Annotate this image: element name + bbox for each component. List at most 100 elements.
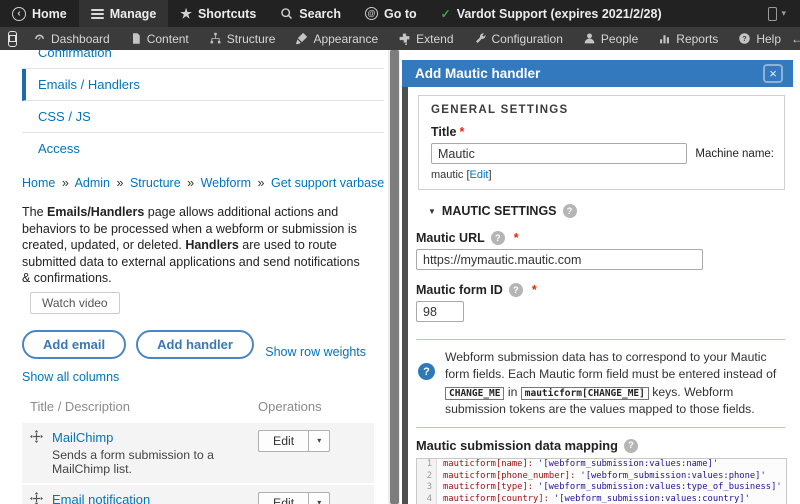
toolbar-search-label: Search xyxy=(299,6,341,21)
toolbar-support-status[interactable]: ✓ Vardot Support (expires 2021/2/28) xyxy=(429,0,674,27)
help-icon[interactable]: ? xyxy=(490,231,505,245)
code-key: mauticform[phone_number]: xyxy=(443,470,576,481)
toolbar-manage-label: Manage xyxy=(109,6,157,21)
mautic-form-id-input[interactable] xyxy=(416,301,464,322)
breadcrumb: Home » Admin » Structure » Webform » Get… xyxy=(22,176,388,190)
menu-item-people[interactable]: People xyxy=(573,27,648,50)
edit-button[interactable]: Edit xyxy=(258,429,310,452)
breadcrumb-webform[interactable]: Webform xyxy=(201,176,251,190)
help-icon[interactable]: ? xyxy=(562,204,577,218)
admin-menu-bar: Dashboard Content Structure Appearance E… xyxy=(0,27,800,50)
code-line: 2 mauticform[phone_number]: '[webform_subm… xyxy=(417,470,786,483)
toolbar-home[interactable]: ‹ Home xyxy=(0,0,79,27)
required-mark: * xyxy=(459,125,465,139)
content-icon xyxy=(132,33,140,44)
menu-item-dashboard[interactable]: Dashboard xyxy=(23,27,120,50)
handler-link-email-notification[interactable]: Email notification xyxy=(52,492,150,504)
toolbar-goto[interactable]: @ Go to xyxy=(353,0,429,27)
change-me-chip: CHANGE_ME xyxy=(445,386,505,400)
menu-label: People xyxy=(600,31,639,46)
column-header-operations: Operations xyxy=(258,398,322,414)
scrollbar-thumb[interactable] xyxy=(389,50,399,504)
dialog-header[interactable]: Add Mautic handler × xyxy=(402,60,793,87)
sidebar-item-confirmation[interactable]: Confirmation xyxy=(22,50,384,69)
intro-text: The xyxy=(22,205,48,219)
mautic-form-id-field: Mautic form ID ? * xyxy=(416,283,787,322)
configuration-icon xyxy=(475,33,486,43)
menu-item-configuration[interactable]: Configuration xyxy=(464,27,573,50)
breadcrumb-home[interactable]: Home xyxy=(22,176,55,190)
mobile-preview-icon[interactable] xyxy=(768,6,778,21)
yaml-code-editor[interactable]: 1 mauticform[name]: '[webform_submission:v… xyxy=(416,458,787,504)
machine-name-value: mautic [Edit] xyxy=(431,169,774,181)
handler-description: Sends a form submission to a MailChimp l… xyxy=(52,447,214,476)
general-settings-fieldset: GENERAL SETTINGS Title* Machine name: ma… xyxy=(418,95,785,190)
code-key: mauticform[type]: xyxy=(443,482,534,493)
code-value: '[webform_submission:values:country]' xyxy=(553,493,750,504)
info-text: Webform submission data has to correspon… xyxy=(445,350,777,382)
escape-admin-icon[interactable] xyxy=(8,30,17,47)
required-mark: * xyxy=(531,283,537,297)
drupal-home-icon: ‹ xyxy=(12,6,26,21)
help-icon[interactable]: ? xyxy=(508,283,523,297)
handler-link-mailchimp[interactable]: MailChimp xyxy=(52,430,113,445)
scrollbar-track[interactable] xyxy=(388,50,400,504)
move-icon[interactable] xyxy=(30,429,43,443)
menu-label: Help xyxy=(756,31,781,46)
menu-label: Extend xyxy=(416,31,454,46)
info-text: in xyxy=(504,384,521,399)
help-icon: ? xyxy=(739,33,751,44)
star-icon: ★ xyxy=(180,5,192,21)
admin-toolbar: ‹ Home Manage ★ Shortcuts Search @ Go to… xyxy=(0,0,800,27)
edit-dropdown-toggle[interactable]: ▾ xyxy=(309,491,331,504)
mautic-url-input[interactable] xyxy=(416,249,703,270)
breadcrumb-separator: » xyxy=(61,176,69,190)
mautic-settings-legend: MAUTIC SETTINGS xyxy=(441,204,557,218)
mautic-url-field: Mautic URL ? * xyxy=(416,231,787,270)
sidebar-item-access[interactable]: Access xyxy=(22,133,384,164)
extend-icon xyxy=(399,33,410,45)
menu-item-structure[interactable]: Structure xyxy=(199,27,286,50)
machine-name-edit-link[interactable]: Edit xyxy=(470,169,489,181)
sidebar-item-emails-handlers[interactable]: Emails / Handlers xyxy=(22,69,384,101)
toolbar-orientation-toggle[interactable]: ← xyxy=(791,33,800,45)
add-email-button[interactable]: Add email xyxy=(22,329,127,359)
edit-dropdown-toggle[interactable]: ▾ xyxy=(309,429,331,452)
watch-video-button[interactable]: Watch video xyxy=(30,291,120,314)
show-all-columns-link[interactable]: Show all columns xyxy=(22,370,119,384)
menu-label: Content xyxy=(146,31,189,46)
details-arrow-icon: ▼ xyxy=(428,206,436,216)
machine-value-text: mautic xyxy=(431,169,464,181)
table-row: MailChimp Sends a form submission to a M… xyxy=(22,422,374,483)
menu-item-help[interactable]: ? Help xyxy=(728,27,791,50)
show-row-weights-link[interactable]: Show row weights xyxy=(265,345,366,359)
support-status-label: Vardot Support (expires 2021/2/28) xyxy=(456,6,662,21)
toolbar-shortcuts[interactable]: ★ Shortcuts xyxy=(168,0,268,27)
menu-item-appearance[interactable]: Appearance xyxy=(285,27,388,50)
help-icon[interactable]: ? xyxy=(623,438,638,453)
menu-item-content[interactable]: Content xyxy=(120,27,199,50)
mautic-settings-toggle[interactable]: ▼ MAUTIC SETTINGS ? xyxy=(428,204,787,218)
sidebar-item-css-js[interactable]: CSS / JS xyxy=(22,101,384,133)
breadcrumb-structure[interactable]: Structure xyxy=(130,176,181,190)
close-icon[interactable]: × xyxy=(763,64,783,83)
edit-button[interactable]: Edit xyxy=(258,491,310,504)
mautic-form-id-label: Mautic form ID xyxy=(416,283,503,297)
chevron-down-icon[interactable]: ▾ xyxy=(781,8,786,19)
menu-label: Dashboard xyxy=(51,31,110,46)
toolbar-goto-label: Go to xyxy=(383,6,417,21)
handlers-table: Title / Description Operations MailChimp… xyxy=(22,390,374,504)
menu-item-extend[interactable]: Extend xyxy=(388,27,463,50)
code-line: 4 mauticform[country]: '[webform_submissio… xyxy=(417,493,786,504)
chevron-down-icon: ▾ xyxy=(317,498,322,504)
move-icon[interactable] xyxy=(30,491,43,504)
toolbar-search[interactable]: Search xyxy=(268,0,353,27)
dialog-title: Add Mautic handler xyxy=(415,66,541,81)
title-input[interactable] xyxy=(431,143,688,164)
submission-info-message: ? Webform submission data has to corresp… xyxy=(416,339,785,429)
breadcrumb-admin[interactable]: Admin xyxy=(75,176,110,190)
breadcrumb-current[interactable]: Get support varbase xyxy=(271,176,384,190)
toolbar-manage[interactable]: Manage xyxy=(78,0,169,27)
menu-item-reports[interactable]: Reports xyxy=(648,27,728,50)
add-handler-button[interactable]: Add handler xyxy=(136,329,254,359)
